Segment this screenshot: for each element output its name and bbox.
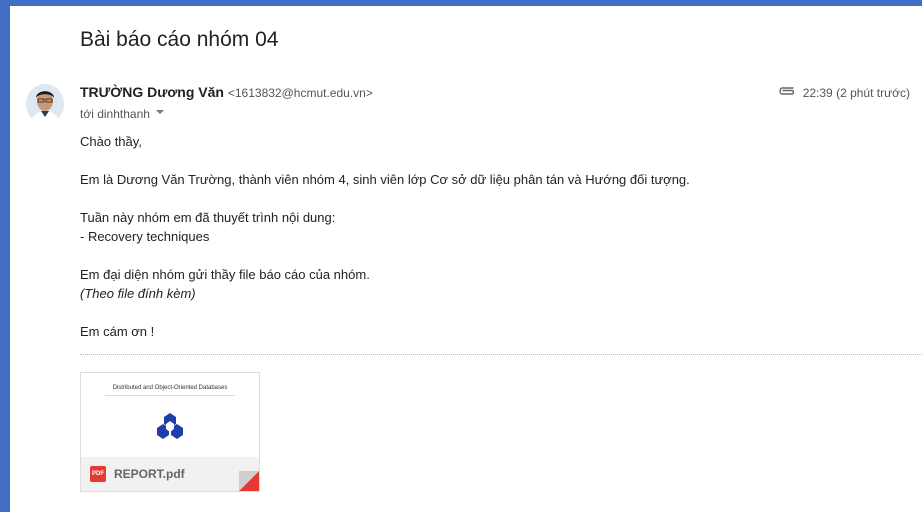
chevron-down-icon[interactable]: [154, 106, 166, 121]
preview-title: Distributed and Object-Oriented Database…: [112, 385, 228, 391]
email-subject: Bài báo cáo nhóm 04: [80, 28, 279, 51]
sender-avatar[interactable]: [26, 84, 64, 124]
paperclip-icon: [777, 85, 797, 100]
file-corner-fold-icon: [239, 471, 259, 491]
email-body: Chào thầy, Em là Dương Văn Trường, thành…: [80, 132, 900, 341]
pdf-icon: PDF: [90, 466, 106, 482]
email-meta: 22:39 (2 phút trước): [777, 85, 910, 100]
attachment-note: (Theo file đính kèm): [80, 286, 196, 301]
thanks-text: Em cám ơn !: [80, 324, 155, 339]
sender-email: <1613832@hcmut.edu.vn>: [227, 86, 373, 100]
attachment-filename[interactable]: REPORT.pdf: [114, 467, 185, 481]
topic-text: - Recovery techniques: [80, 229, 210, 244]
attachment-card[interactable]: Distributed and Object-Oriented Database…: [80, 372, 260, 492]
send-text: Em đại diện nhóm gửi thầy file báo cáo c…: [80, 267, 370, 282]
greeting-text: Chào thầy,: [80, 134, 142, 149]
sender-name[interactable]: TRƯỜNG Dương Văn: [80, 84, 224, 100]
email-time: 22:39 (2 phút trước): [802, 85, 910, 100]
presented-text: Tuần này nhóm em đã thuyết trình nội dun…: [80, 210, 336, 225]
recipient-label: tới dinhthanh: [80, 106, 150, 121]
email-view: Bài báo cáo nhóm 04 TRƯỜNG Dương Văn <16…: [10, 6, 922, 512]
preview-rule: [105, 395, 235, 396]
sender-line: TRƯỜNG Dương Văn <1613832@hcmut.edu.vn>: [80, 84, 373, 100]
university-logo: [155, 411, 185, 441]
intro-text: Em là Dương Văn Trường, thành viên nhóm …: [80, 172, 690, 187]
recipient-details[interactable]: tới dinhthanh: [80, 106, 166, 121]
attachment-preview[interactable]: Distributed and Object-Oriented Database…: [81, 373, 259, 457]
attachment-footer[interactable]: PDF REPORT.pdf: [81, 457, 259, 491]
attachments-divider: [80, 354, 922, 355]
